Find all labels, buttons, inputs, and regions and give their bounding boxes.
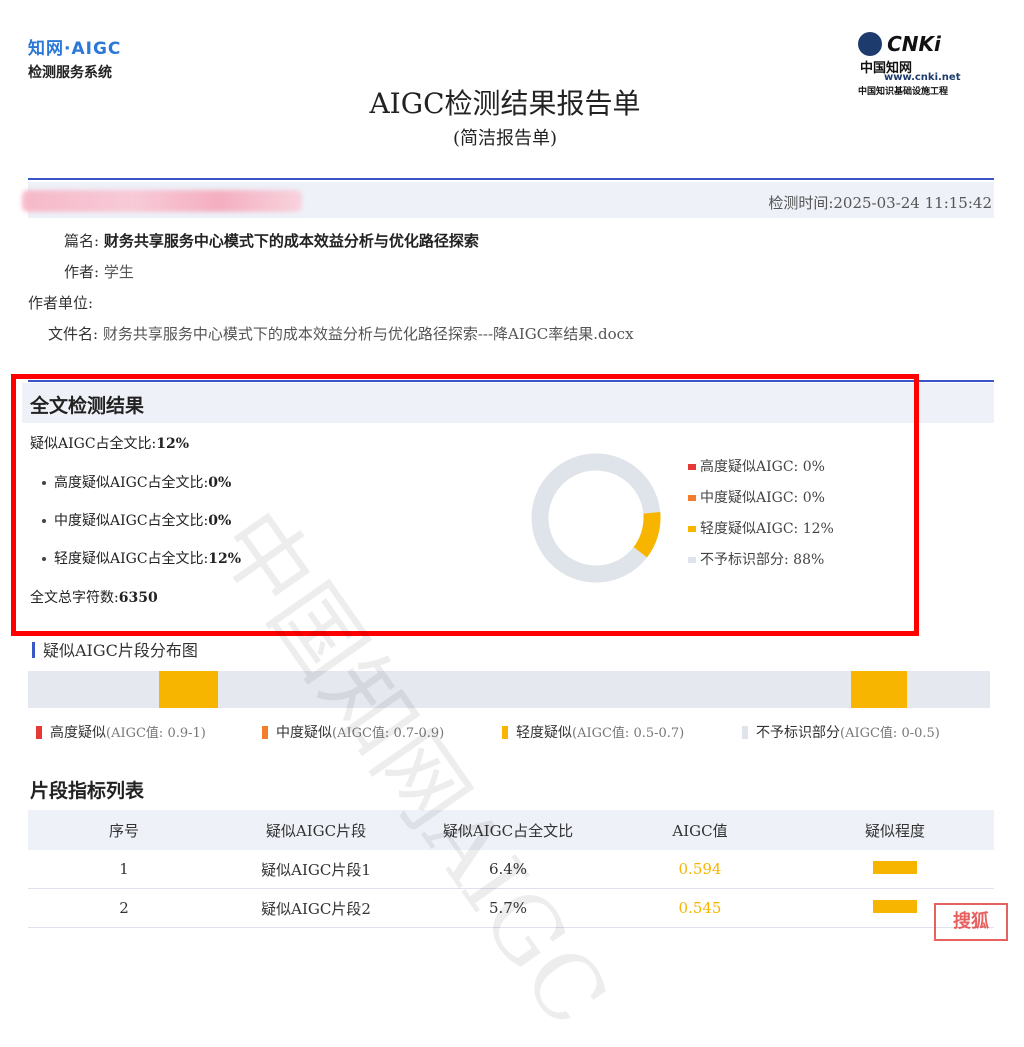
dist-swatch-unmarked [742,726,748,739]
meta-unit-row: 作者单位: [28,292,93,313]
col-header-degree: 疑似程度 [796,810,994,850]
section-marker [32,642,35,658]
cell-fragment[interactable]: 疑似AIGC片段1 [220,850,412,889]
meta-author-row: 作者: 学生 [64,261,134,282]
col-header-fragment: 疑似AIGC片段 [220,810,412,850]
source-stamp: 搜狐 [934,903,1008,941]
dist-legend-unmarked: 不予标识部分(AIGC值: 0-0.5) [742,722,940,742]
dist-swatch-light [502,726,508,739]
col-header-ratio: 疑似AIGC占全文比 [412,810,604,850]
dist-legend-medium-range: (AIGC值: 0.7-0.9) [332,726,445,741]
cell-ratio: 6.4% [412,850,604,889]
report-subtitle: (简洁报告单) [452,128,558,149]
meta-file-row: 文件名: 财务共享服务中心模式下的成本效益分析与优化路径探索---降AIGC率结… [48,323,634,344]
meta-author-label: 作者: [64,263,100,281]
highlight-box [11,374,919,636]
system-name: 检测服务系统 [28,65,112,81]
cell-fragment[interactable]: 疑似AIGC片段2 [220,888,412,928]
dist-legend-unmarked-name: 不予标识部分 [756,725,840,741]
col-header-no: 序号 [28,810,220,850]
meta-author-value: 学生 [103,263,134,281]
meta-title-label: 篇名: [64,232,100,250]
aigc-system-logo: 知网·AIGC 检测服务系统 [28,34,121,82]
cell-no: 1 [28,850,220,889]
table-title: 片段指标列表 [30,780,145,802]
distribution-bar [28,671,990,708]
degree-bar [873,861,917,874]
dist-legend-light: 轻度疑似(AIGC值: 0.5-0.7) [502,722,684,742]
distribution-segment[interactable] [158,671,219,708]
distribution-title-text: 疑似AIGC片段分布图 [43,641,198,660]
distribution-segment[interactable] [851,671,908,708]
cnki-globe-icon [858,32,882,56]
aigc-logo-text: 知网·AIGC [28,39,122,59]
dist-swatch-high [36,726,42,739]
table-row: 1 疑似AIGC片段1 6.4% 0.594 [28,850,994,889]
table-row: 2 疑似AIGC片段2 5.7% 0.545 [28,888,994,928]
cell-aigc: 0.545 [604,888,796,928]
fragment-table: 序号 疑似AIGC片段 疑似AIGC占全文比 AIGC值 疑似程度 1 疑似AI… [28,810,994,928]
check-time: 检测时间:2025-03-24 11:15:42 [768,194,992,212]
dist-legend-light-name: 轻度疑似 [516,725,572,741]
report-title: AIGC检测结果报告单 [369,87,641,120]
meta-title-value: 财务共享服务中心模式下的成本效益分析与优化路径探索 [103,232,479,250]
dist-legend-high-range: (AIGC值: 0.9-1) [106,726,206,741]
dist-legend-medium: 中度疑似(AIGC值: 0.7-0.9) [262,722,444,742]
dist-legend-high-name: 高度疑似 [50,725,106,741]
meta-unit-label: 作者单位: [28,294,94,312]
col-header-aigc: AIGC值 [604,810,796,850]
degree-bar [873,900,917,913]
meta-title-row: 篇名: 财务共享服务中心模式下的成本效益分析与优化路径探索 [64,230,479,251]
cell-aigc: 0.594 [604,850,796,889]
distribution-title: 疑似AIGC片段分布图 [32,637,198,661]
meta-file-label: 文件名: [48,325,99,343]
cell-no: 2 [28,888,220,928]
dist-legend-high: 高度疑似(AIGC值: 0.9-1) [36,722,206,742]
cell-degree [796,850,994,889]
cnki-mark: CNKi [887,32,941,56]
dist-swatch-medium [262,726,268,739]
meta-file-value: 财务共享服务中心模式下的成本效益分析与优化路径探索---降AIGC率结果.doc… [102,325,634,343]
dist-legend-light-range: (AIGC值: 0.5-0.7) [572,726,685,741]
divider [28,178,994,180]
redacted-name [22,190,302,212]
dist-legend-unmarked-range: (AIGC值: 0-0.5) [840,726,940,741]
dist-legend-medium-name: 中度疑似 [276,725,332,741]
table-header-row: 序号 疑似AIGC片段 疑似AIGC占全文比 AIGC值 疑似程度 [28,810,994,850]
cell-ratio: 5.7% [412,888,604,928]
